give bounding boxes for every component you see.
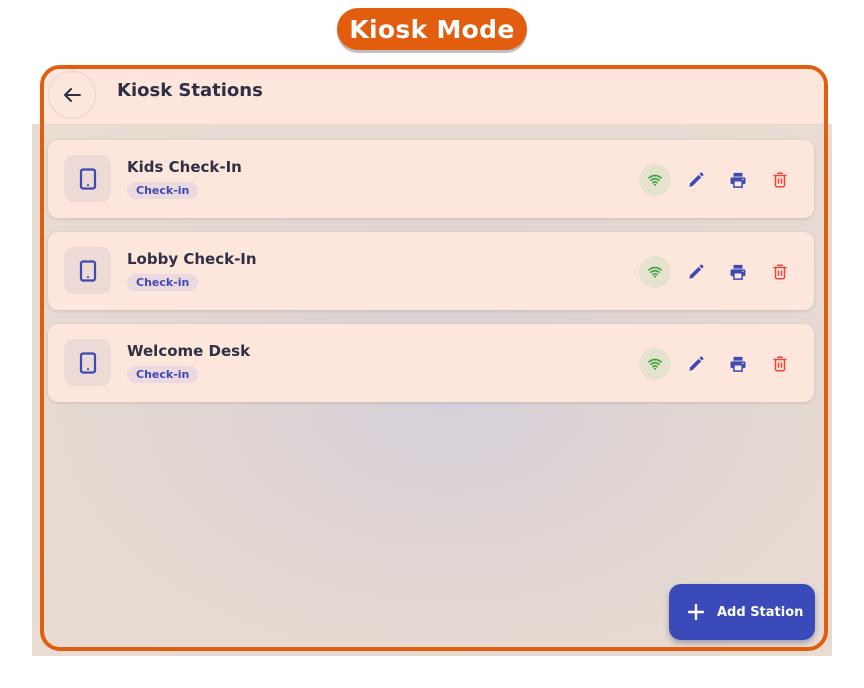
trash-icon bbox=[773, 356, 787, 372]
trash-icon bbox=[773, 172, 787, 188]
printer-icon bbox=[730, 356, 746, 372]
wifi-status-button[interactable] bbox=[639, 256, 671, 288]
trash-icon bbox=[773, 264, 787, 280]
edit-button[interactable] bbox=[680, 164, 712, 196]
kiosk-frame: Kiosk Stations Kids Check-In Check-in Lo… bbox=[40, 65, 828, 651]
station-type-badge: Check-in bbox=[127, 182, 199, 199]
edit-button[interactable] bbox=[680, 256, 712, 288]
wifi-icon bbox=[648, 358, 662, 370]
kiosk-mode-badge: Kiosk Mode bbox=[337, 8, 527, 50]
plus-icon bbox=[687, 603, 705, 621]
edit-button[interactable] bbox=[680, 348, 712, 380]
tablet-icon bbox=[64, 155, 111, 202]
station-name: Welcome Desk bbox=[127, 342, 251, 360]
station-card[interactable]: Kids Check-In Check-in bbox=[48, 140, 814, 218]
printer-icon bbox=[730, 172, 746, 188]
station-name: Kids Check-In bbox=[127, 158, 242, 176]
station-type-badge: Check-in bbox=[127, 274, 199, 291]
tablet-icon bbox=[64, 247, 111, 294]
pencil-icon bbox=[689, 264, 704, 279]
tablet-icon bbox=[64, 339, 111, 386]
add-station-label: Add Station bbox=[717, 604, 804, 620]
pencil-icon bbox=[689, 356, 704, 371]
printer-icon bbox=[730, 264, 746, 280]
print-button[interactable] bbox=[722, 256, 754, 288]
station-name: Lobby Check-In bbox=[127, 250, 257, 268]
wifi-status-button[interactable] bbox=[639, 348, 671, 380]
wifi-icon bbox=[648, 266, 662, 278]
pencil-icon bbox=[689, 172, 704, 187]
delete-button[interactable] bbox=[764, 164, 796, 196]
wifi-icon bbox=[648, 174, 662, 186]
add-station-button[interactable]: Add Station bbox=[669, 584, 815, 640]
delete-button[interactable] bbox=[764, 256, 796, 288]
station-type-badge: Check-in bbox=[127, 366, 199, 383]
station-card[interactable]: Lobby Check-In Check-in bbox=[48, 232, 814, 310]
app-header: Kiosk Stations bbox=[44, 69, 824, 125]
back-button[interactable] bbox=[48, 71, 96, 119]
kiosk-mode-label: Kiosk Mode bbox=[349, 14, 515, 44]
arrow-left-icon bbox=[64, 88, 81, 102]
print-button[interactable] bbox=[722, 348, 754, 380]
station-card[interactable]: Welcome Desk Check-in bbox=[48, 324, 814, 402]
delete-button[interactable] bbox=[764, 348, 796, 380]
print-button[interactable] bbox=[722, 164, 754, 196]
page-title: Kiosk Stations bbox=[117, 80, 263, 101]
wifi-status-button[interactable] bbox=[639, 164, 671, 196]
station-list: Kids Check-In Check-in Lobby Check-In Ch… bbox=[44, 124, 824, 647]
